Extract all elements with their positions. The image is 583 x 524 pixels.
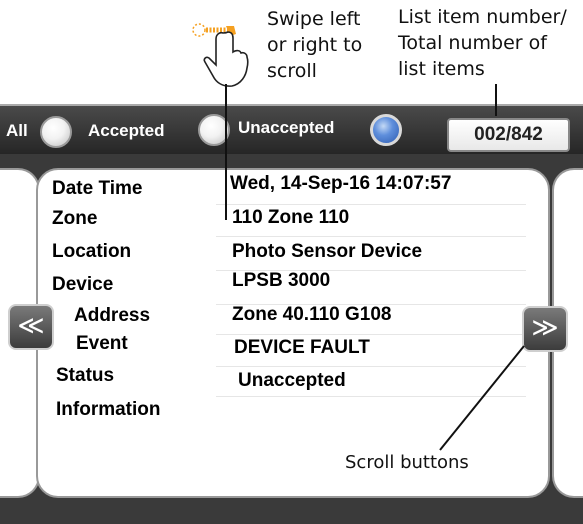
device-label: Device	[52, 274, 114, 295]
filter-all-label: All	[6, 121, 28, 140]
device-value: LPSB 3000	[232, 270, 331, 291]
list-item-counter: 002/842	[447, 118, 570, 152]
address-label: Address	[74, 305, 151, 326]
location-value: Photo Sensor Device	[232, 241, 423, 262]
swipe-callout-line: Swipe left	[267, 8, 361, 30]
date-time-label: Date Time	[52, 178, 143, 199]
swipe-callout-line: scroll	[267, 60, 317, 82]
event-value: DEVICE FAULT	[234, 337, 370, 358]
item-count-callout: List item number/ Total number of list i…	[398, 4, 567, 82]
filter-accepted-label: Accepted	[88, 121, 165, 140]
item-count-callout-line: list items	[398, 58, 485, 80]
status-value: Unaccepted	[238, 370, 346, 391]
event-label: Event	[76, 333, 128, 354]
scroll-next-button[interactable]: ≫	[522, 306, 568, 352]
location-label: Location	[52, 241, 132, 262]
filter-unaccepted-label: Unaccepted	[238, 118, 335, 137]
swipe-callout: Swipe left or right to scroll	[267, 6, 362, 84]
information-label: Information	[56, 399, 161, 420]
date-time-value: Wed, 14-Sep-16 14:07:57	[230, 173, 452, 194]
scroll-previous-button[interactable]: ≪	[8, 304, 54, 350]
status-label: Status	[56, 365, 115, 386]
scroll-buttons-callout: Scroll buttons	[345, 452, 469, 473]
swipe-callout-line: or right to	[267, 34, 363, 56]
swipe-hand-icon	[192, 23, 249, 87]
filter-all-radio[interactable]	[40, 116, 72, 148]
item-count-callout-line: List item number/	[398, 6, 567, 28]
filter-unaccepted-radio[interactable]	[370, 114, 402, 146]
address-value: Zone 40.110 G108	[232, 304, 392, 325]
filter-accepted-radio[interactable]	[198, 114, 230, 146]
zone-value: 110 Zone 110	[232, 207, 350, 228]
zone-label: Zone	[52, 208, 98, 229]
item-count-callout-line: Total number of	[398, 32, 547, 54]
